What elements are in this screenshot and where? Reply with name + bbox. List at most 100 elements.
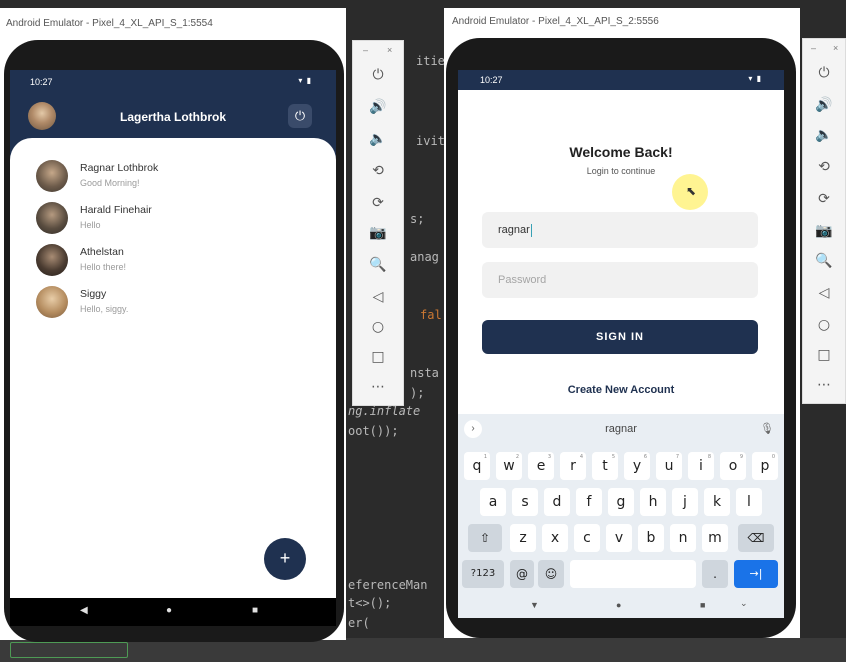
username-input[interactable]: ragnar [482, 212, 758, 248]
symbols-key[interactable]: ?123 [462, 560, 504, 588]
key-label: c [583, 530, 591, 546]
key-label: z [519, 530, 527, 546]
nav-home-button[interactable]: ● [166, 605, 172, 616]
back-icon[interactable]: ◁ [803, 285, 845, 301]
close-button[interactable]: × [387, 45, 392, 55]
password-placeholder: Password [498, 274, 547, 286]
contact-message: Hello, siggy. [80, 304, 129, 314]
key-t[interactable]: t5 [592, 452, 618, 480]
key-c[interactable]: c [574, 524, 600, 552]
key-r[interactable]: r4 [560, 452, 586, 480]
key-z[interactable]: z [510, 524, 536, 552]
key-v[interactable]: v [606, 524, 632, 552]
volume-down-icon[interactable]: 🔈 [353, 131, 403, 147]
contacts-list: Ragnar Lothbrok Good Morning! Harald Fin… [10, 138, 336, 578]
new-chat-button[interactable]: + [264, 538, 306, 580]
key-label: d [552, 494, 562, 510]
nav-home-button[interactable]: ● [616, 600, 621, 610]
key-j[interactable]: j [672, 488, 698, 516]
key-e[interactable]: e3 [528, 452, 554, 480]
key-n[interactable]: n [670, 524, 696, 552]
space-key[interactable] [570, 560, 696, 588]
key-h[interactable]: h [640, 488, 666, 516]
shift-key[interactable]: ⇧ [468, 524, 502, 552]
key-hint: 9 [739, 454, 743, 460]
camera-icon[interactable]: 📷 [803, 223, 845, 239]
minimize-button[interactable]: – [811, 43, 816, 53]
nav-recents-button[interactable]: ■ [700, 600, 705, 610]
emoji-key[interactable]: ☺ [538, 560, 564, 588]
key-w[interactable]: w2 [496, 452, 522, 480]
contact-name: Siggy [80, 288, 107, 300]
list-item[interactable]: Ragnar Lothbrok Good Morning! [10, 158, 336, 200]
key-b[interactable]: b [638, 524, 664, 552]
sign-in-button[interactable]: SIGN IN [482, 320, 758, 354]
nav-recents-button[interactable]: ■ [252, 605, 258, 616]
at-key[interactable]: @ [510, 560, 534, 588]
key-p[interactable]: p0 [752, 452, 778, 480]
logout-button[interactable]: ⏻ [288, 104, 312, 128]
close-button[interactable]: × [833, 43, 838, 53]
back-icon[interactable]: ◁ [353, 289, 403, 305]
mouse-pointer-icon: ⬉ [686, 184, 697, 198]
more-icon[interactable]: ⋯ [803, 377, 845, 393]
mic-off-icon[interactable]: 🎙 [760, 422, 774, 435]
list-item[interactable]: Harald Finehair Hello [10, 200, 336, 242]
key-label: r [570, 458, 576, 474]
rotate-right-icon[interactable]: ⟳ [803, 191, 845, 207]
rotate-left-icon[interactable]: ⟲ [353, 163, 403, 179]
home-icon[interactable]: ○ [803, 317, 845, 333]
more-icon[interactable]: ⋯ [353, 379, 403, 395]
key-s[interactable]: s [512, 488, 538, 516]
ide-bottom-tab[interactable] [10, 642, 128, 658]
avatar [36, 244, 68, 276]
key-label: i [699, 458, 703, 474]
text-cursor [530, 223, 532, 237]
rotate-left-icon[interactable]: ⟲ [803, 159, 845, 175]
create-account-link[interactable]: Create New Account [458, 384, 784, 396]
key-f[interactable]: f [576, 488, 602, 516]
code-line: itie [416, 54, 445, 68]
list-item[interactable]: Athelstan Hello there! [10, 242, 336, 284]
code-line: nsta [410, 366, 439, 380]
power-icon[interactable]: ⏻ [803, 65, 845, 81]
keyboard-hide-icon[interactable]: ⌄ [740, 598, 748, 609]
key-x[interactable]: x [542, 524, 568, 552]
camera-icon[interactable]: 📷 [353, 225, 403, 241]
rotate-right-icon[interactable]: ⟳ [353, 195, 403, 211]
key-l[interactable]: l [736, 488, 762, 516]
key-label: k [712, 494, 722, 510]
list-item[interactable]: Siggy Hello, siggy. [10, 284, 336, 326]
zoom-icon[interactable]: 🔍 [803, 253, 845, 269]
overview-icon[interactable]: □ [803, 347, 845, 363]
suggestion-word[interactable]: ragnar [458, 414, 784, 444]
minimize-button[interactable]: – [363, 45, 368, 55]
key-k[interactable]: k [704, 488, 730, 516]
home-icon[interactable]: ○ [353, 319, 403, 335]
key-u[interactable]: u7 [656, 452, 682, 480]
code-line: t<>(); [348, 596, 392, 610]
password-input[interactable]: Password [482, 262, 758, 298]
enter-key[interactable]: →| [734, 560, 778, 588]
key-o[interactable]: o9 [720, 452, 746, 480]
volume-up-icon[interactable]: 🔊 [353, 99, 403, 115]
nav-back-button[interactable]: ▼ [530, 600, 539, 610]
zoom-icon[interactable]: 🔍 [353, 257, 403, 273]
phone-screen-2: 10:27 ▾ ▮ Welcome Back! Login to continu… [458, 70, 784, 618]
key-g[interactable]: g [608, 488, 634, 516]
power-icon[interactable]: ⏻ [353, 67, 403, 83]
key-d[interactable]: d [544, 488, 570, 516]
key-y[interactable]: y6 [624, 452, 650, 480]
volume-down-icon[interactable]: 🔈 [803, 127, 845, 143]
code-line: s; [410, 212, 425, 226]
key-a[interactable]: a [480, 488, 506, 516]
volume-up-icon[interactable]: 🔊 [803, 97, 845, 113]
nav-back-button[interactable]: ◀ [80, 605, 88, 616]
overview-icon[interactable]: □ [353, 349, 403, 365]
key-label: p [760, 458, 770, 474]
key-m[interactable]: m [702, 524, 728, 552]
key-q[interactable]: q1 [464, 452, 490, 480]
key-i[interactable]: i8 [688, 452, 714, 480]
period-key[interactable]: . [702, 560, 728, 588]
backspace-key[interactable]: ⌫ [738, 524, 774, 552]
